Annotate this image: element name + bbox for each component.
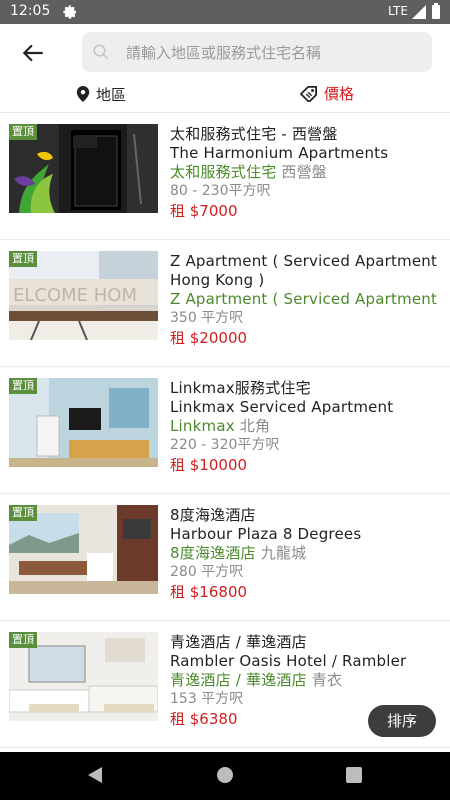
pinned-badge: 置頂 xyxy=(9,251,37,267)
listing-title-zh: Linkmax服務式住宅 xyxy=(170,379,311,397)
listing-brand: Linkmax xyxy=(170,417,235,435)
listing-size: 350 平方呎 xyxy=(170,310,244,326)
list-item[interactable]: 置頂 Linkmax服務式住宅 Linkmax Serviced Apartme… xyxy=(0,367,450,494)
listing-district: 九龍城 xyxy=(260,544,307,562)
nav-home-icon[interactable] xyxy=(216,766,234,784)
listing-price: 租 $10000 xyxy=(170,456,248,474)
pinned-badge: 置頂 xyxy=(9,378,37,394)
listing-brand: Z Apartment ( Serviced Apartment xyxy=(170,290,438,308)
listing-list: 置頂 太和服務式住宅 - 西營盤 The Harmonium Apartment… xyxy=(0,113,450,748)
search-placeholder: 請輸入地區或服務式住宅名稱 xyxy=(126,44,322,62)
price-filter-button[interactable]: 價格 xyxy=(300,82,354,106)
listing-district: 北角 xyxy=(239,417,271,435)
listing-title-zh: 8度海逸酒店 xyxy=(170,506,256,524)
battery-icon xyxy=(432,3,440,19)
listing-title-en: Rambler Oasis Hotel / Rambler xyxy=(170,652,407,670)
pinned-badge: 置頂 xyxy=(9,124,37,140)
location-pin-icon xyxy=(76,86,90,102)
search-icon xyxy=(93,44,109,60)
area-filter-label: 地區 xyxy=(96,85,127,104)
list-item[interactable]: 置頂 8度海逸酒店 Harbour Plaza 8 Degrees 8度海逸酒店… xyxy=(0,494,450,621)
pinned-badge: 置頂 xyxy=(9,632,37,648)
gear-icon xyxy=(63,5,76,19)
listing-title-en: Harbour Plaza 8 Degrees xyxy=(170,525,362,543)
svg-text:ELCOME HOM: ELCOME HOM xyxy=(13,285,137,306)
listing-size: 280 平方呎 xyxy=(170,564,244,580)
clock: 12:05 xyxy=(10,3,51,19)
listing-brand: 青逸酒店 / 華逸酒店 xyxy=(170,671,307,689)
listing-title-en: The Harmonium Apartments xyxy=(170,144,389,162)
search-bar[interactable]: 請輸入地區或服務式住宅名稱 xyxy=(82,32,432,72)
listing-title-en: Z Apartment ( Serviced Apartment Hong Ko… xyxy=(170,252,438,289)
listing-district: 青衣 xyxy=(311,671,343,689)
price-tag-icon xyxy=(300,86,317,102)
listing-title-en: Linkmax Serviced Apartment xyxy=(170,398,394,416)
signal-icon xyxy=(412,5,426,19)
listing-title-zh: 太和服務式住宅 - 西營盤 xyxy=(170,125,338,143)
listing-size: 220 - 320平方呎 xyxy=(170,437,280,453)
listing-price: 租 $16800 xyxy=(170,583,248,601)
system-nav-bar xyxy=(0,752,450,800)
status-bar: 12:05 LTE xyxy=(0,0,450,24)
listing-price: 租 $20000 xyxy=(170,329,248,347)
price-filter-label: 價格 xyxy=(324,85,355,103)
pinned-badge: 置頂 xyxy=(9,505,37,521)
network-type: LTE xyxy=(388,4,408,18)
listing-brand: 太和服務式住宅 xyxy=(170,163,277,181)
list-item[interactable]: 置頂 太和服務式住宅 - 西營盤 The Harmonium Apartment… xyxy=(0,113,450,240)
app-header: 請輸入地區或服務式住宅名稱 地區 價格 xyxy=(0,24,450,113)
listing-size: 80 - 230平方呎 xyxy=(170,183,271,199)
listing-title-zh: 青逸酒店 / 華逸酒店 xyxy=(170,633,307,651)
listing-district: 西營盤 xyxy=(281,163,327,181)
listing-price: 租 $7000 xyxy=(170,202,238,220)
area-filter-button[interactable]: 地區 xyxy=(76,82,126,106)
list-item[interactable]: 置頂 ELCOME HOM Z Apartment ( Serviced Apa… xyxy=(0,240,450,367)
sort-button[interactable]: 排序 xyxy=(368,705,436,737)
nav-back-icon[interactable] xyxy=(86,766,104,784)
back-arrow-icon[interactable] xyxy=(20,40,46,66)
listing-brand: 8度海逸酒店 xyxy=(170,544,256,562)
nav-recents-icon[interactable] xyxy=(345,766,363,784)
